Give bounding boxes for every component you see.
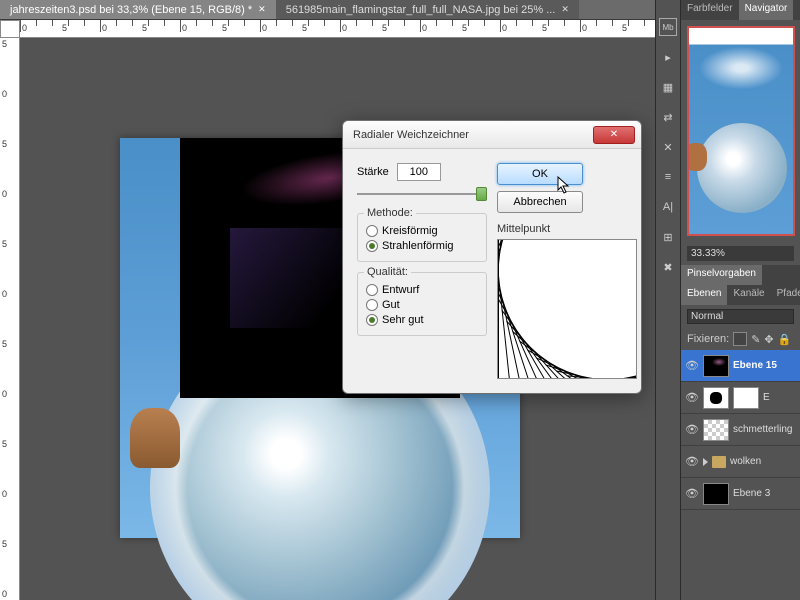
radio-spin[interactable]: Kreisförmig <box>366 225 478 237</box>
layer-row[interactable]: 👁 wolken <box>681 446 800 478</box>
visibility-icon[interactable]: 👁 <box>685 391 699 405</box>
layer-name: Ebene 3 <box>733 488 770 499</box>
tab-label: 561985main_flamingstar_full_full_NASA.jp… <box>286 4 556 16</box>
rail-icon-mb[interactable]: Mb <box>659 18 677 36</box>
document-tabs: jahreszeiten3.psd bei 33,3% (Ebene 15, R… <box>0 0 655 20</box>
layer-name: E <box>763 392 770 403</box>
tab-navigator[interactable]: Navigator <box>739 0 794 20</box>
visibility-icon[interactable]: 👁 <box>685 423 699 437</box>
layer-row[interactable]: 👁 Ebene 3 <box>681 478 800 510</box>
layer-row[interactable]: 👁E <box>681 382 800 414</box>
radio-label: Kreisförmig <box>382 225 438 237</box>
rail-icon-tool[interactable]: ✖ <box>659 258 677 276</box>
artwork-dog <box>130 408 180 468</box>
cursor-icon <box>557 176 573 196</box>
close-button[interactable]: ✕ <box>593 126 635 144</box>
dialog-titlebar[interactable]: Radialer Weichzeichner ✕ <box>343 121 641 149</box>
radio-draft[interactable]: Entwurf <box>366 284 478 296</box>
layer-thumbnail[interactable] <box>703 355 729 377</box>
lock-transparent-icon[interactable] <box>733 332 747 346</box>
rail-icon-brush[interactable]: ✕ <box>659 138 677 156</box>
layer-thumbnail[interactable] <box>703 419 729 441</box>
method-group: Methode: Kreisförmig Strahlenförmig <box>357 213 487 262</box>
tab-swatches[interactable]: Farbfelder <box>681 0 739 20</box>
radio-label: Strahlenförmig <box>382 240 454 252</box>
rail-icon-char[interactable]: A| <box>659 198 677 216</box>
rail-icon-swap[interactable]: ⇄ <box>659 108 677 126</box>
layer-name: schmetterling <box>733 424 792 435</box>
method-group-label: Methode: <box>364 207 416 219</box>
center-label: Mittelpunkt <box>497 223 637 235</box>
visibility-icon[interactable]: 👁 <box>685 359 699 373</box>
tab-brush-presets[interactable]: Pinselvorgaben <box>681 265 762 285</box>
tab-document-2[interactable]: 561985main_flamingstar_full_full_NASA.jp… <box>276 0 579 19</box>
lock-all-icon[interactable]: 🔒 <box>778 333 792 346</box>
ruler-origin[interactable] <box>0 20 20 38</box>
blur-center-preview[interactable] <box>497 239 637 379</box>
radio-icon <box>366 284 378 296</box>
visibility-icon[interactable]: 👁 <box>685 487 699 501</box>
rail-icon-para[interactable]: ⊞ <box>659 228 677 246</box>
ruler-horizontal[interactable]: 0505050505050505 <box>20 20 655 38</box>
tab-document-1[interactable]: jahreszeiten3.psd bei 33,3% (Ebene 15, R… <box>0 0 276 19</box>
rail-icon-list[interactable]: ≡ <box>659 168 677 186</box>
tab-layers[interactable]: Ebenen <box>681 285 727 305</box>
layer-mask-thumbnail[interactable] <box>733 387 759 409</box>
layer-thumbnail[interactable] <box>703 483 729 505</box>
tab-label: jahreszeiten3.psd bei 33,3% (Ebene 15, R… <box>10 4 252 16</box>
radio-icon <box>366 225 378 237</box>
amount-slider[interactable] <box>357 187 487 201</box>
close-icon[interactable]: ✕ <box>561 4 569 15</box>
panel-rail: Mb ▸ ▦ ⇄ ✕ ≡ A| ⊞ ✖ <box>655 0 680 600</box>
radio-label: Gut <box>382 299 400 311</box>
rail-icon-grid[interactable]: ▦ <box>659 78 677 96</box>
slider-track <box>357 193 487 195</box>
zoom-value[interactable]: 33.33% <box>687 246 794 261</box>
radio-zoom[interactable]: Strahlenförmig <box>366 240 478 252</box>
radio-icon <box>366 299 378 311</box>
layer-row[interactable]: 👁 schmetterling <box>681 414 800 446</box>
folder-icon <box>712 456 726 468</box>
amount-input[interactable] <box>397 163 441 181</box>
right-panels: Farbfelder Navigator 33.33% Pinselvorgab… <box>680 0 800 600</box>
tab-channels[interactable]: Kanäle <box>727 285 770 305</box>
dialog-title: Radialer Weichzeichner <box>353 129 593 141</box>
amount-label: Stärke <box>357 166 389 178</box>
layer-thumbnail[interactable] <box>703 387 729 409</box>
layers-list: 👁Ebene 15👁E👁schmetterling👁wolken👁Ebene 3 <box>681 350 800 600</box>
lock-move-icon[interactable]: ✥ <box>764 333 773 346</box>
layer-name: Ebene 15 <box>733 360 777 371</box>
rail-icon-play[interactable]: ▸ <box>659 48 677 66</box>
lock-brush-icon[interactable]: ✎ <box>751 333 760 346</box>
visibility-icon[interactable]: 👁 <box>685 455 699 469</box>
close-icon[interactable]: ✕ <box>258 4 266 15</box>
radio-icon <box>366 314 378 326</box>
navigator-thumbnail[interactable] <box>687 26 795 236</box>
quality-group-label: Qualität: <box>364 266 411 278</box>
expand-icon[interactable] <box>703 458 708 466</box>
quality-group: Qualität: Entwurf Gut Sehr gut <box>357 272 487 336</box>
radio-good[interactable]: Gut <box>366 299 478 311</box>
radio-icon <box>366 240 378 252</box>
radio-label: Entwurf <box>382 284 419 296</box>
ruler-vertical[interactable]: 505050505050 <box>0 38 20 600</box>
radio-best[interactable]: Sehr gut <box>366 314 478 326</box>
blend-mode-select[interactable]: Normal <box>687 309 794 324</box>
slider-thumb[interactable] <box>476 187 487 201</box>
lock-label: Fixieren: <box>687 333 729 345</box>
navigator-body <box>681 20 800 242</box>
radial-blur-dialog: Radialer Weichzeichner ✕ Stärke Methode:… <box>342 120 642 394</box>
lock-row: Fixieren: ✎ ✥ 🔒 <box>681 328 800 350</box>
tab-paths[interactable]: Pfade <box>771 285 800 305</box>
layer-name: wolken <box>730 456 761 467</box>
layer-row[interactable]: 👁 Ebene 15 <box>681 350 800 382</box>
radio-label: Sehr gut <box>382 314 424 326</box>
